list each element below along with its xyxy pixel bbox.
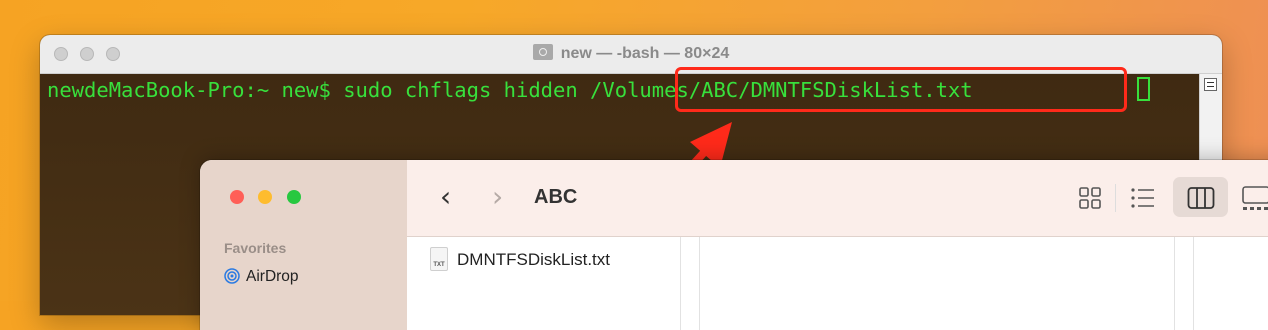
column-view-icon[interactable] xyxy=(1187,182,1215,214)
file-name: DMNTFSDiskList.txt xyxy=(457,250,610,269)
gallery-view-icon[interactable] xyxy=(1241,182,1268,214)
toolbar-divider xyxy=(1115,184,1116,212)
sidebar-section-favorites: Favorites xyxy=(224,240,287,256)
terminal-title-text: new — -bash — 80×24 xyxy=(560,45,730,62)
finder-toolbar: ‹ › ABC xyxy=(407,160,1268,237)
txt-file-icon: TXT xyxy=(430,247,448,271)
column-divider[interactable] xyxy=(1193,237,1194,330)
airdrop-icon xyxy=(224,268,240,284)
finder-content: TXT DMNTFSDiskList.txt xyxy=(407,237,1268,330)
back-chevron-icon[interactable]: ‹ xyxy=(440,180,451,213)
finder-window: Favorites AirDrop ‹ › ABC TXT DMNTFSDisk… xyxy=(200,160,1268,330)
split-pane-icon[interactable] xyxy=(1204,78,1217,91)
path-highlight-box xyxy=(675,67,1127,112)
txt-file-icon-text: TXT xyxy=(433,262,445,268)
finder-sidebar: Favorites AirDrop xyxy=(200,160,407,330)
icon-view-icon[interactable] xyxy=(1078,182,1102,214)
column-divider[interactable] xyxy=(1174,237,1175,330)
column-divider[interactable] xyxy=(680,237,681,330)
sidebar-item-label: AirDrop xyxy=(246,268,299,285)
finder-close-button[interactable] xyxy=(230,190,244,204)
sidebar-item-airdrop[interactable]: AirDrop xyxy=(224,268,299,286)
finder-zoom-button[interactable] xyxy=(287,190,301,204)
terminal-cursor xyxy=(1137,77,1150,101)
list-view-icon[interactable] xyxy=(1130,182,1156,214)
finder-minimize-button[interactable] xyxy=(258,190,272,204)
file-item[interactable]: TXT DMNTFSDiskList.txt xyxy=(430,247,610,271)
column-divider[interactable] xyxy=(699,237,700,330)
terminal-title: new — -bash — 80×24 xyxy=(40,44,1222,63)
forward-chevron-icon[interactable]: › xyxy=(492,180,503,213)
finder-folder-title: ABC xyxy=(534,186,578,208)
home-folder-icon xyxy=(532,44,553,60)
